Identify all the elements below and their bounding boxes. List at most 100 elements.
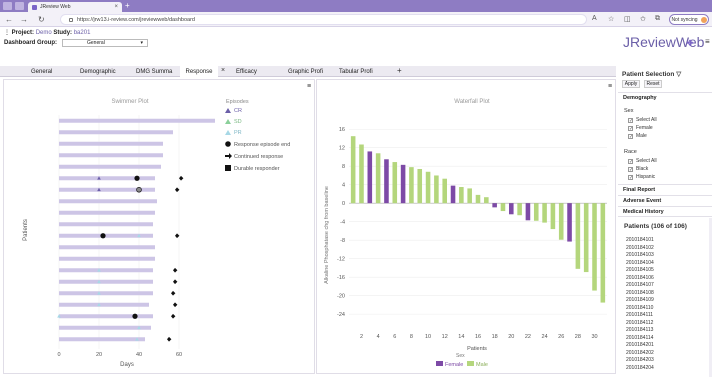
race-option-select-all[interactable]: ✓ Select All	[628, 158, 657, 164]
continued-response-marker	[179, 175, 184, 181]
dashboard-group-select[interactable]: General ▾	[62, 39, 149, 47]
swimmer-x-tick: 20	[96, 352, 102, 358]
waterfall-bar-male	[350, 136, 356, 204]
lock-icon	[69, 17, 73, 22]
patient-list-item[interactable]: 2010184104	[626, 260, 654, 266]
waterfall-bar-female	[384, 159, 389, 204]
patient-list-item[interactable]: 2010184103	[626, 252, 654, 258]
final-report-section[interactable]: Final Report	[618, 184, 712, 193]
tab-graphic-profile[interactable]: Graphic Profi	[288, 66, 323, 77]
waterfall-menu-icon[interactable]: ≡	[608, 83, 612, 90]
waterfall-bar-female	[509, 203, 514, 215]
patient-list-item[interactable]: 2010184108	[626, 290, 654, 296]
episode-ring-marker	[136, 186, 142, 193]
swimmer-bar	[59, 164, 161, 169]
sex-option-male[interactable]: ✓ Male	[628, 133, 647, 139]
race-option-black[interactable]: ✓ Black	[628, 166, 648, 172]
refresh-icon[interactable]: ↻	[38, 15, 45, 24]
project-label: Project:	[11, 30, 35, 36]
patient-list-item[interactable]: 2010184202	[626, 350, 654, 356]
waterfall-x-tick: 28	[575, 334, 581, 340]
waterfall-bar-male	[533, 203, 539, 221]
menu-icon[interactable]: ≡	[705, 37, 710, 46]
waterfall-xlabel: Patients	[467, 346, 487, 352]
apply-button[interactable]: Apply	[622, 80, 640, 88]
favorites-list-icon[interactable]: ✩	[640, 15, 646, 23]
address-bar: ← → ↻ https://jrw13.i-review.com/jreview…	[0, 12, 712, 27]
swimmer-legend: Episodes CR SD PR Response episode end C…	[225, 99, 290, 172]
waterfall-title: Waterfall Plot	[454, 99, 490, 105]
waterfall-bar-male	[550, 203, 556, 230]
medical-history-section[interactable]: Medical History	[618, 206, 712, 217]
patient-list-item[interactable]: 2010184109	[626, 297, 654, 303]
option-label: Male	[636, 133, 647, 139]
tab-demographic[interactable]: Demographic	[80, 66, 116, 77]
split-screen-icon[interactable]: ◫	[624, 15, 631, 23]
waterfall-panel: ≡ Waterfall Plot Alkaline Phosphatase ch…	[316, 79, 616, 374]
read-aloud-icon[interactable]: A	[592, 15, 597, 22]
sync-button[interactable]: Not syncing	[669, 14, 709, 25]
waterfall-x-tick: 4	[377, 334, 380, 340]
patient-list-item[interactable]: 2010184111	[626, 312, 653, 318]
waterfall-x-tick: 24	[542, 334, 548, 340]
patient-list-item[interactable]: 2010184114	[626, 335, 653, 341]
collections-icon[interactable]: ⧉	[655, 15, 660, 23]
swimmer-ylabel: Patients	[23, 219, 29, 241]
swimmer-title: Swimmer Plot	[111, 99, 148, 105]
patient-list-item[interactable]: 2010184106	[626, 275, 654, 281]
tab-general[interactable]: General	[31, 66, 52, 77]
patient-list-item[interactable]: 2010184113	[626, 327, 653, 333]
close-tab-response-icon[interactable]: ×	[221, 67, 225, 74]
waterfall-y-tick: 0	[342, 201, 345, 207]
browser-tab-title: JReview Web	[40, 4, 71, 10]
patient-list-item[interactable]: 2010184204	[626, 365, 654, 371]
tab-efficacy[interactable]: Efficacy	[236, 66, 257, 77]
legend-durable-marker	[225, 165, 231, 171]
waterfall-bar-male	[517, 203, 522, 216]
option-label: Select All	[636, 117, 657, 123]
option-label: Female	[636, 125, 653, 131]
sex-option-female[interactable]: ✓ Female	[628, 125, 653, 131]
add-tab-icon[interactable]: +	[397, 66, 402, 75]
checkbox-checked-icon: ✓	[628, 125, 634, 132]
project-value[interactable]: Demo	[36, 30, 52, 36]
sex-option-select-all[interactable]: ✓ Select All	[628, 117, 657, 123]
tab-dmg-summary[interactable]: DMG Summa	[136, 66, 172, 77]
filter-icon[interactable]: ▽	[676, 71, 681, 78]
continued-response-marker	[173, 302, 178, 308]
patient-list-item[interactable]: 2010184105	[626, 267, 654, 273]
tab-response[interactable]: Response	[180, 66, 218, 77]
close-tab-icon[interactable]: ×	[114, 4, 118, 10]
adverse-event-section[interactable]: Adverse Event	[618, 195, 712, 204]
back-arrow-icon[interactable]: ←	[5, 15, 13, 24]
response-end-marker	[132, 313, 138, 319]
url-text: https://jrw13.i-review.com/jreviewweb/da…	[77, 16, 195, 23]
reset-button[interactable]: Reset	[644, 80, 662, 88]
patient-list-item[interactable]: 2010184203	[626, 357, 654, 363]
workspaces-icon[interactable]	[15, 2, 24, 10]
url-input[interactable]: https://jrw13.i-review.com/jreviewweb/da…	[60, 14, 587, 25]
patient-list-item[interactable]: 2010184107	[626, 282, 654, 288]
swimmer-bar	[59, 210, 155, 215]
patient-list-item[interactable]: 2010184102	[626, 245, 654, 251]
patient-list-item[interactable]: 2010184110	[626, 305, 653, 311]
menu-dots-icon[interactable]: ⋮	[4, 30, 10, 36]
forward-arrow-icon[interactable]: →	[20, 15, 28, 24]
browser-tab[interactable]: JReview Web ×	[28, 2, 122, 12]
new-tab-icon[interactable]: +	[125, 1, 130, 10]
study-value[interactable]: ba201	[74, 30, 91, 36]
swimmer-bar	[59, 118, 215, 123]
waterfall-x-tick: 12	[442, 334, 448, 340]
patient-list-item[interactable]: 2010184112	[626, 320, 653, 326]
tab-tabular-profile[interactable]: Tabular Profi	[339, 66, 373, 77]
sex-label: Sex	[624, 108, 634, 114]
patient-list-item[interactable]: 2010184101	[626, 237, 654, 243]
tab-actions-icon[interactable]	[3, 2, 12, 10]
dashboard-group-value: General	[87, 40, 105, 46]
waterfall-bar-male	[600, 203, 606, 303]
swimmer-menu-icon[interactable]: ≡	[307, 83, 311, 90]
race-option-hispanic[interactable]: ✓ Hispanic	[628, 174, 655, 180]
patient-list-item[interactable]: 2010184201	[626, 342, 654, 348]
favorite-star-icon[interactable]: ☆	[608, 15, 614, 23]
demography-section[interactable]: Demography	[618, 92, 712, 101]
